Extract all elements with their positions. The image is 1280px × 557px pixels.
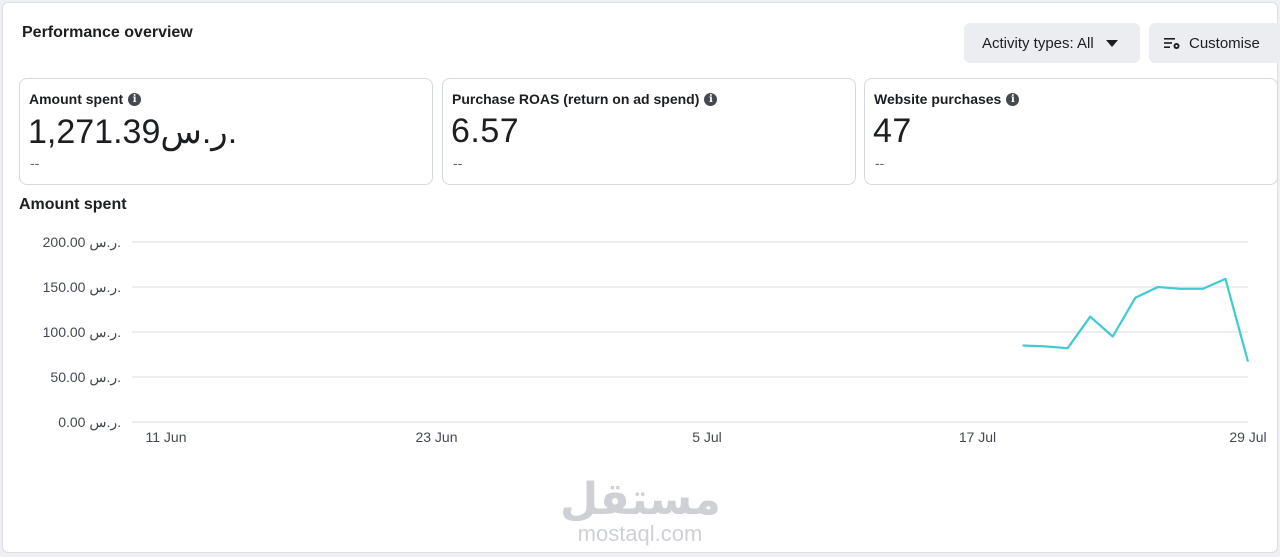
metric-card-amount-spent[interactable]: Amount spent i 1,271.39ر.س. -- (19, 78, 433, 185)
activity-types-label: Activity types: All (982, 34, 1094, 52)
metric-label: Purchase ROAS (return on ad spend) (452, 91, 700, 107)
data-point[interactable] (1063, 343, 1073, 353)
data-point[interactable] (1108, 332, 1118, 342)
series-line (1022, 277, 1250, 362)
customise-button[interactable]: Customise (1149, 23, 1280, 63)
x-tick-label: 23 Jun (415, 429, 457, 445)
y-tick-label: 200.00 ر.س. (43, 234, 121, 251)
y-tick-label: 0.00 ر.س. (58, 414, 121, 431)
data-point[interactable] (1085, 312, 1095, 322)
info-icon[interactable]: i (704, 92, 718, 106)
metric-delta: -- (30, 155, 40, 171)
data-point[interactable] (1130, 293, 1140, 303)
metric-label-wrap: Amount spent i (29, 91, 142, 107)
watermark-latin: mostaql.com (577, 521, 703, 546)
data-point[interactable] (1040, 341, 1050, 351)
metric-value: 47 (873, 112, 912, 150)
metric-delta: -- (875, 155, 885, 171)
data-point[interactable] (1153, 282, 1163, 292)
metric-card-purchase-roas[interactable]: Purchase ROAS (return on ad spend) i 6.5… (442, 78, 856, 185)
info-icon[interactable]: i (128, 92, 142, 106)
metric-card-website-purchases[interactable]: Website purchases i 47 -- (864, 78, 1278, 185)
metric-delta: -- (453, 155, 463, 171)
y-tick-label: 150.00 ر.س. (43, 279, 121, 296)
data-point[interactable] (1018, 341, 1028, 351)
x-tick-label: 29 Jul (1229, 429, 1266, 445)
activity-types-dropdown[interactable]: Activity types: All (964, 23, 1140, 63)
data-point[interactable] (1175, 284, 1185, 294)
amount-spent-line-chart: 200.00 ر.س. 150.00 ر.س. 100.00 ر.س. 50.00 ر… (43, 234, 1267, 445)
metric-label-wrap: Website purchases i (874, 91, 1020, 107)
metric-value: 1,271.39ر.س. (28, 113, 238, 151)
watermark-logo: مستقل mostaql.com (560, 474, 721, 546)
x-tick-label: 11 Jun (146, 429, 187, 445)
y-tick-label: 50.00 ر.س. (50, 369, 121, 386)
customise-settings-icon (1164, 38, 1180, 49)
chart-title: Amount spent (19, 196, 127, 213)
metric-label: Amount spent (29, 91, 124, 107)
data-point[interactable] (1198, 284, 1208, 294)
customise-label: Customise (1189, 34, 1260, 52)
watermark-arabic: مستقل (560, 474, 721, 525)
x-tick-label: 17 Jul (959, 429, 996, 445)
data-point[interactable] (1220, 274, 1230, 284)
metric-label-wrap: Purchase ROAS (return on ad spend) i (452, 91, 718, 107)
page-title: Performance overview (22, 24, 193, 41)
y-tick-label: 100.00 ر.س. (43, 324, 121, 341)
data-point[interactable] (1243, 357, 1253, 367)
caret-down-icon (1105, 39, 1118, 47)
x-tick-label: 5 Jul (692, 429, 722, 445)
info-icon[interactable]: i (1006, 92, 1020, 106)
metric-label: Website purchases (874, 91, 1002, 107)
metric-value: 6.57 (451, 112, 520, 150)
